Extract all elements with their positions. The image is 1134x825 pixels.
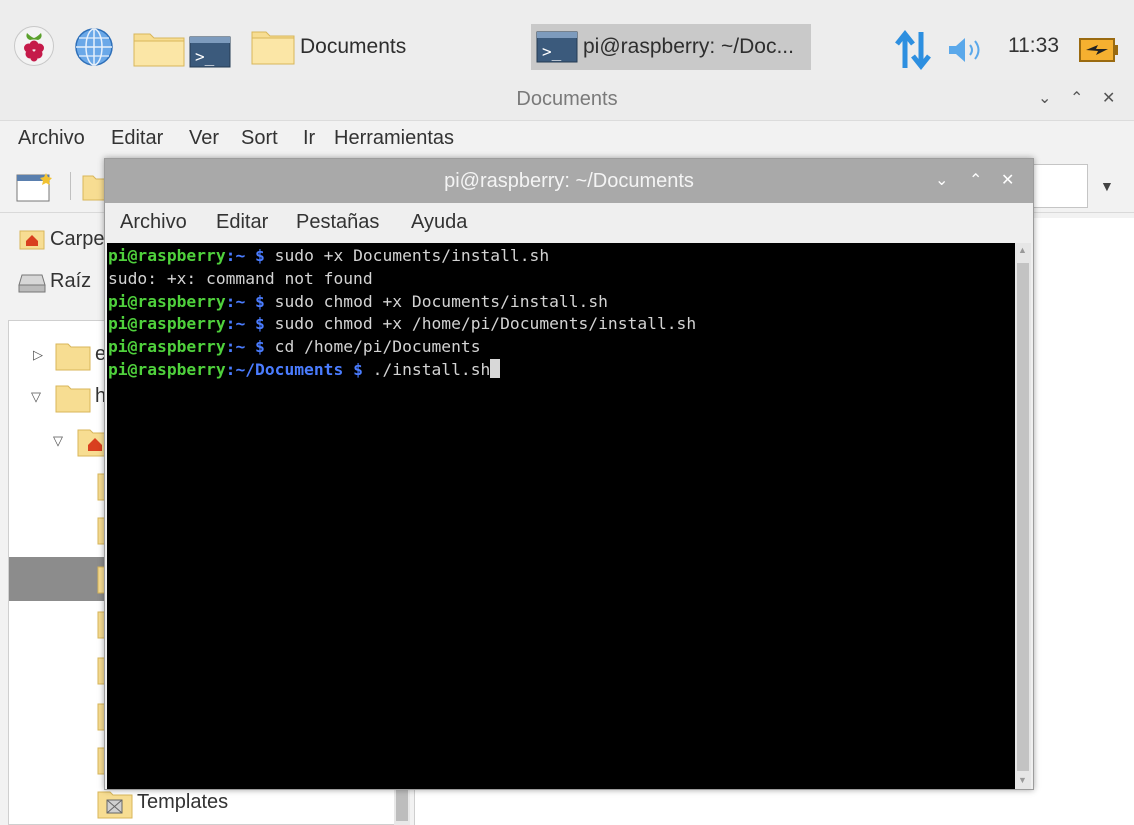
- battery-charging-icon[interactable]: [1078, 36, 1120, 64]
- prompt-path: :~ $: [225, 291, 265, 311]
- terminal-line: pi@raspberry:~ $ sudo chmod +x /home/pi/…: [108, 313, 1015, 336]
- scroll-up-icon[interactable]: ▲: [1018, 245, 1027, 255]
- terminal-line: sudo: +x: command not found: [108, 268, 1015, 291]
- svg-text:>_: >_: [542, 42, 562, 61]
- menu-editar[interactable]: Editar: [111, 127, 163, 150]
- home-icon: [19, 230, 45, 250]
- close-icon[interactable]: ✕: [1102, 80, 1115, 118]
- menu-sort[interactable]: Sort: [241, 127, 278, 150]
- taskbar-item-label: Documents: [300, 35, 407, 58]
- folder-icon: [55, 343, 91, 371]
- menu-herramientas[interactable]: Herramientas: [334, 127, 454, 150]
- tree-scrollbar[interactable]: [394, 785, 410, 825]
- prompt-user: pi@raspberry: [108, 314, 226, 334]
- terminal-window: pi@raspberry: ~/Documents ⌄ ⌃ ✕ Archivo …: [104, 158, 1034, 790]
- terminal-line: pi@raspberry:~/Documents $ ./install.sh: [108, 358, 1015, 382]
- network-icon[interactable]: [893, 28, 933, 72]
- command-text: sudo chmod +x Documents/install.sh: [264, 291, 608, 311]
- terminal-line: pi@raspberry:~ $ sudo chmod +x Documents…: [108, 291, 1015, 314]
- tree-item-templates[interactable]: Templates: [9, 785, 409, 823]
- terminal-line: pi@raspberry:~ $ cd /home/pi/Documents: [108, 336, 1015, 359]
- templates-folder-icon: [97, 791, 133, 819]
- text-cursor: [490, 358, 501, 378]
- terminal-menubar: Archivo Editar Pestañas Ayuda: [105, 203, 1033, 243]
- menu-ayuda[interactable]: Ayuda: [411, 211, 467, 234]
- prompt-user: pi@raspberry: [108, 337, 226, 357]
- prompt-user: pi@raspberry: [108, 246, 226, 265]
- prompt-path: :~ $: [225, 337, 265, 357]
- close-icon[interactable]: ✕: [1001, 159, 1014, 203]
- terminal-launcher-icon[interactable]: >_: [189, 36, 231, 68]
- folder-icon: [251, 31, 295, 65]
- taskbar-item-terminal[interactable]: >_ pi@raspberry: ~/Doc...: [531, 24, 811, 70]
- maximize-icon[interactable]: ⌃: [969, 159, 982, 203]
- menu-archivo[interactable]: Archivo: [18, 127, 85, 150]
- expander-icon[interactable]: ▽: [53, 433, 63, 449]
- prompt-user: pi@raspberry: [108, 359, 226, 379]
- taskbar-item-documents[interactable]: Documents: [244, 24, 516, 70]
- terminal-scrollbar[interactable]: ▲ ▼: [1015, 243, 1031, 789]
- prompt-path: :~ $: [225, 314, 265, 334]
- drive-icon: [18, 274, 46, 293]
- scrollbar-thumb[interactable]: [1017, 263, 1029, 771]
- menu-ver[interactable]: Ver: [189, 127, 219, 150]
- raspberry-menu-icon[interactable]: [14, 26, 54, 66]
- command-text: cd /home/pi/Documents: [264, 337, 481, 357]
- window-title: Documents: [516, 88, 618, 110]
- minimize-icon[interactable]: ⌄: [935, 159, 948, 203]
- clock[interactable]: 11:33: [1008, 34, 1059, 58]
- terminal-output[interactable]: pi@raspberry:~ $ sudo +x Documents/insta…: [107, 243, 1015, 789]
- path-input[interactable]: [1028, 164, 1088, 208]
- menu-pestanas[interactable]: Pestañas: [296, 211, 379, 234]
- command-text: sudo +x Documents/install.sh: [264, 246, 550, 265]
- file-manager-titlebar: Documents ⌄ ⌃ ✕: [0, 80, 1134, 121]
- svg-text:>_: >_: [195, 47, 215, 66]
- prompt-user: pi@raspberry: [108, 291, 226, 311]
- menu-editar[interactable]: Editar: [216, 211, 268, 234]
- menu-ir[interactable]: Ir: [303, 127, 315, 150]
- scroll-down-icon[interactable]: ▼: [1018, 775, 1027, 785]
- maximize-icon[interactable]: ⌃: [1070, 80, 1083, 118]
- volume-icon[interactable]: [947, 36, 985, 64]
- scrollbar-thumb[interactable]: [396, 787, 408, 821]
- tree-item-label: Templates: [137, 791, 229, 813]
- output-text: sudo: +x: command not found: [108, 268, 373, 288]
- terminal-icon: >_: [536, 31, 578, 63]
- terminal-titlebar[interactable]: pi@raspberry: ~/Documents ⌄ ⌃ ✕: [105, 159, 1033, 203]
- file-manager-icon[interactable]: [132, 30, 186, 68]
- minimize-icon[interactable]: ⌄: [1038, 80, 1051, 118]
- prompt-path: :~/Documents $: [225, 359, 363, 379]
- place-label: Carpe: [50, 228, 105, 250]
- folder-icon: [55, 385, 91, 413]
- taskbar: >_ Documents >_ pi@raspberry: ~/Doc... 1…: [0, 0, 1134, 81]
- place-root[interactable]: Raíz: [18, 270, 91, 293]
- taskbar-item-label: pi@raspberry: ~/Doc...: [583, 35, 794, 58]
- expander-icon[interactable]: ▽: [31, 389, 41, 405]
- prompt-path: :~ $: [225, 246, 265, 265]
- web-browser-icon[interactable]: [74, 27, 114, 67]
- chevron-down-icon[interactable]: ▼: [1100, 178, 1114, 194]
- place-label: Raíz: [50, 270, 92, 292]
- places-pane: Carpe Raíz: [8, 218, 108, 318]
- toolbar-separator: [70, 172, 71, 200]
- command-text: sudo chmod +x /home/pi/Documents/install…: [264, 314, 697, 334]
- place-home[interactable]: Carpe: [18, 228, 104, 251]
- expander-icon[interactable]: ▷: [33, 347, 43, 363]
- new-window-icon[interactable]: [16, 172, 54, 202]
- terminal-line: pi@raspberry:~ $ sudo +x Documents/insta…: [108, 245, 1015, 268]
- window-title: pi@raspberry: ~/Documents: [444, 170, 694, 192]
- file-manager-menubar: Archivo Editar Ver Sort Ir Herramientas: [0, 121, 1134, 155]
- menu-archivo[interactable]: Archivo: [120, 211, 187, 234]
- command-text: ./install.sh: [362, 359, 491, 379]
